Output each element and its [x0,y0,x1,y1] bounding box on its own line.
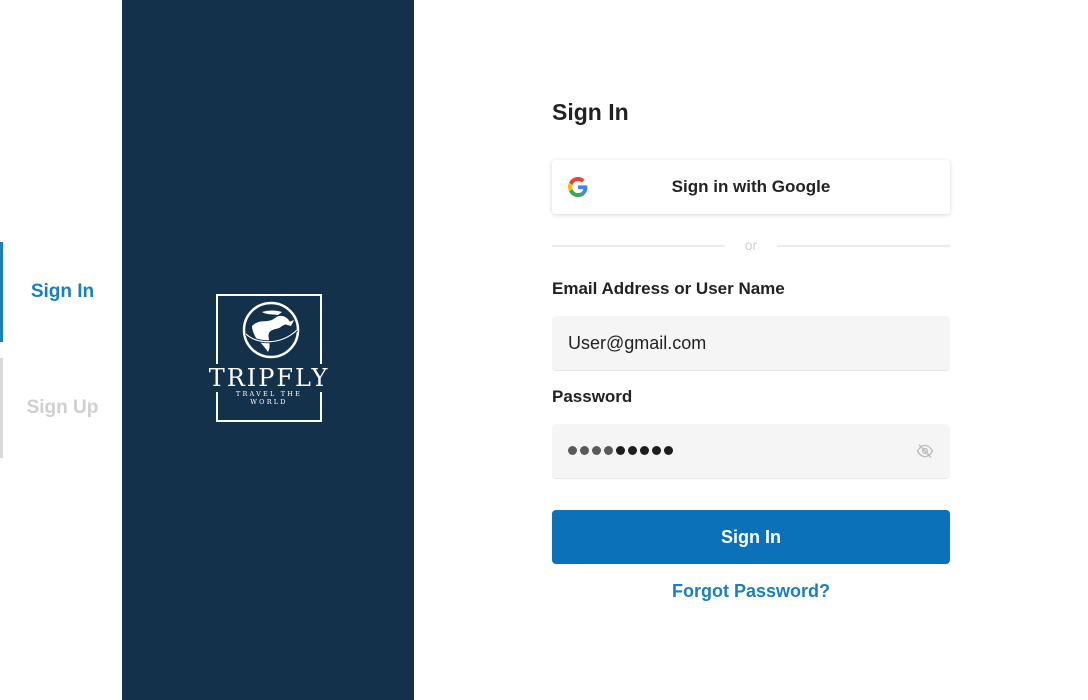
auth-tabs: Sign In Sign Up [0,0,122,700]
password-mask-dot [652,446,661,455]
divider-line-right [777,245,950,247]
password-mask-dot [568,446,577,455]
divider-line-left [552,245,725,247]
password-mask-dot [580,446,589,455]
password-mask-dot [616,446,625,455]
password-input[interactable] [552,424,950,478]
globe-plane-icon [242,301,300,359]
brand-logo: TRIPFLY TRAVEL THE WORLD [204,294,334,422]
sign-in-button[interactable]: Sign In [552,510,950,564]
google-icon [568,177,588,197]
password-mask-dot [604,446,613,455]
page-title: Sign In [552,99,629,125]
tab-sign-up[interactable]: Sign Up [0,358,122,458]
google-sign-in-button[interactable]: Sign in with Google [552,160,950,214]
eye-off-icon[interactable] [916,443,934,459]
password-mask-dot [592,446,601,455]
password-mask-dot [664,446,673,455]
brand-tagline: TRAVEL THE WORLD [235,390,303,406]
brand-name: TRIPFLY [204,364,334,392]
password-mask [568,446,673,455]
password-mask-dot [628,446,637,455]
password-mask-dot [640,446,649,455]
or-divider: or [552,237,950,255]
email-label: Email Address or User Name [552,279,785,298]
email-input[interactable] [552,316,950,370]
google-button-label: Sign in with Google [671,177,831,196]
divider-text: or [744,237,758,253]
tab-sign-in[interactable]: Sign In [0,242,122,342]
brand-panel: TRIPFLY TRAVEL THE WORLD [122,0,414,700]
forgot-password-link[interactable]: Forgot Password? [552,581,950,602]
password-label: Password [552,387,633,406]
